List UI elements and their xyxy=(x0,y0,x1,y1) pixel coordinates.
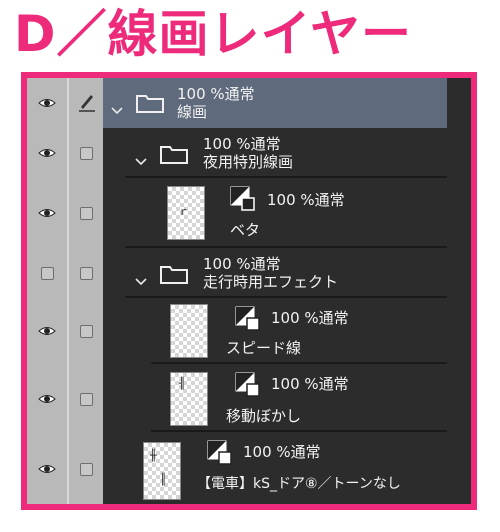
eye-icon[interactable] xyxy=(38,464,56,474)
folder-icon xyxy=(159,263,189,285)
eye-icon[interactable] xyxy=(38,208,56,218)
layer-type-icon xyxy=(207,440,233,466)
layer-name: ベタ xyxy=(230,221,261,239)
eye-icon[interactable] xyxy=(38,148,56,158)
eye-icon[interactable] xyxy=(38,326,56,336)
lock-checkbox[interactable] xyxy=(80,393,93,406)
chevron-down-icon[interactable] xyxy=(111,100,123,115)
visibility-checkbox[interactable] xyxy=(41,267,54,280)
layer-blend-mode: 100 %通常 xyxy=(267,191,345,209)
layer-thumbnail: ╫ ║ xyxy=(143,442,181,500)
layer-row-lineart-folder[interactable]: 100 %通常 線画 xyxy=(27,78,471,128)
layer-blend-mode: 100 %通常 xyxy=(271,309,349,327)
layer-type-icon xyxy=(235,306,261,332)
layer-row-beta[interactable]: ｒ 100 %通常 ベタ xyxy=(27,178,471,248)
layer-name: 線画 xyxy=(177,103,208,121)
layer-row-motion-blur[interactable]: ╢ 100 %通常 移動ぼかし xyxy=(27,364,471,432)
layer-thumbnail: ╢ xyxy=(170,372,208,426)
page-heading: D／線画レイヤー xyxy=(14,5,413,63)
layer-blend-mode: 100 %通常 xyxy=(203,255,281,273)
layer-type-icon xyxy=(235,372,261,398)
layer-name: スピード線 xyxy=(226,339,302,357)
lock-checkbox[interactable] xyxy=(80,147,93,160)
eye-icon[interactable] xyxy=(38,98,56,108)
folder-icon xyxy=(135,92,165,114)
lock-checkbox[interactable] xyxy=(80,325,93,338)
lock-checkbox[interactable] xyxy=(80,463,93,476)
layer-row-train-door[interactable]: ╫ ║ 100 %通常 【電車】kS_ドア⑧／トーンなし xyxy=(27,432,471,504)
layer-name: 夜用特別線画 xyxy=(203,153,294,171)
layer-row-night-lineart-folder[interactable]: 100 %通常 夜用特別線画 xyxy=(27,128,471,178)
lock-checkbox[interactable] xyxy=(80,207,93,220)
layer-thumbnail: ｒ xyxy=(167,186,205,240)
layer-panel: 100 %通常 線画 100 %通常 夜用特別線画 ｒ 100 %通常 ベタ 1… xyxy=(21,72,477,510)
layer-type-icon xyxy=(230,186,256,212)
layer-row-running-effects-folder[interactable]: 100 %通常 走行時用エフェクト xyxy=(27,248,471,298)
layer-row-speed-lines[interactable]: 100 %通常 スピード線 xyxy=(27,298,471,364)
lock-checkbox[interactable] xyxy=(80,267,93,280)
layer-blend-mode: 100 %通常 xyxy=(271,375,349,393)
pen-icon[interactable] xyxy=(77,92,97,112)
chevron-down-icon[interactable] xyxy=(135,271,147,286)
layer-blend-mode: 100 %通常 xyxy=(177,85,255,103)
layer-name: 走行時用エフェクト xyxy=(203,273,339,291)
layer-blend-mode: 100 %通常 xyxy=(203,135,281,153)
eye-icon[interactable] xyxy=(38,394,56,404)
layer-name: 【電車】kS_ドア⑧／トーンなし xyxy=(197,476,401,492)
layer-blend-mode: 100 %通常 xyxy=(243,443,321,461)
folder-icon xyxy=(159,143,189,165)
layer-name: 移動ぼかし xyxy=(226,407,302,425)
chevron-down-icon[interactable] xyxy=(135,151,147,166)
layer-thumbnail xyxy=(170,304,208,358)
